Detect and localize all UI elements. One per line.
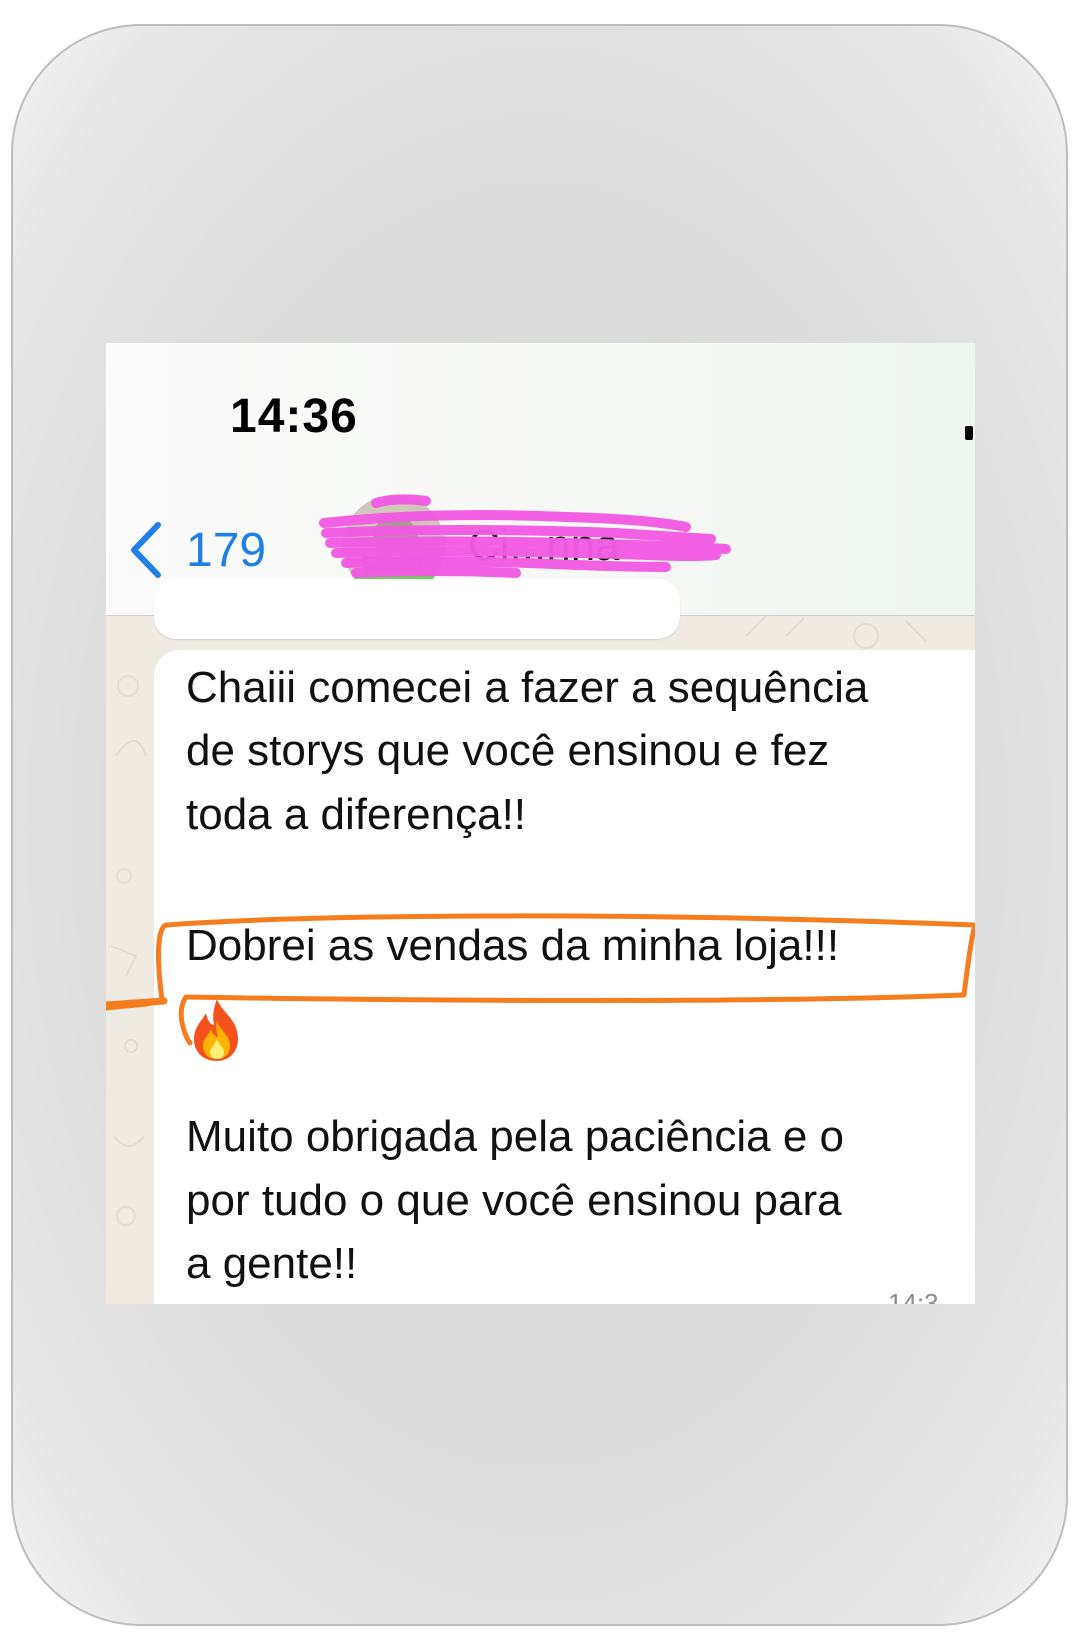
unread-count: 179 <box>186 523 267 577</box>
chat-screenshot: 14:36 179 Ci...nna Chaiii comecei a faze… <box>106 343 975 1304</box>
chevron-left-icon <box>128 520 172 580</box>
status-time: 14:36 <box>230 390 358 443</box>
message-line: por tudo o que você ensinou para <box>186 1176 842 1225</box>
message-line: a gente!! <box>186 1239 358 1288</box>
status-indicator <box>965 426 973 440</box>
contact-name[interactable]: Ci...nna <box>468 521 620 571</box>
message-line: de storys que você ensinou e fez <box>186 726 830 775</box>
chat-header: 14:36 179 Ci...nna <box>106 343 975 616</box>
message-timestamp: 14:3 <box>888 1288 939 1304</box>
fire-icon <box>194 999 238 1061</box>
previous-message-bubble[interactable] <box>154 579 680 639</box>
message-line: toda a diferença!! <box>186 790 527 839</box>
message-line: Chaiii comecei a fazer a sequência <box>186 663 869 712</box>
highlighted-message-line: Dobrei as vendas da minha loja!!! <box>186 921 840 970</box>
back-button[interactable]: 179 <box>128 515 288 585</box>
message-line: Muito obrigada pela paciência e o <box>186 1112 845 1161</box>
